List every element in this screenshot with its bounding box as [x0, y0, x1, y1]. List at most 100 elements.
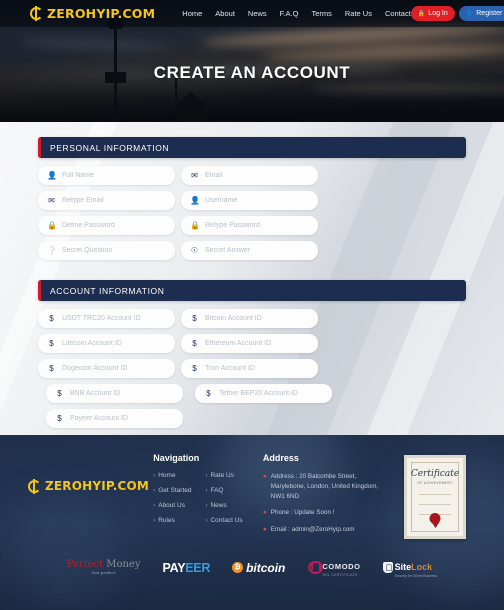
lock-icon: 🔒: [190, 220, 200, 230]
phone-label: Phone :: [270, 509, 293, 517]
sitelock-word2: Lock: [411, 561, 433, 572]
coin-logo-icon: [28, 478, 41, 494]
partner-logos: Perfect Money fast perfect PAYEER ₿ bitc…: [0, 552, 504, 584]
lock-icon: 🔒: [417, 11, 426, 17]
usdt-trc20-account-input[interactable]: $ USDT TRC20 Account ID: [38, 309, 175, 328]
nav-item-news[interactable]: News: [248, 9, 267, 18]
main-nav: Home About News F.A.Q Terms Rate Us Cont…: [182, 9, 411, 18]
user-icon: 👤: [47, 170, 57, 180]
footer-link-news[interactable]: News: [205, 502, 242, 509]
page-title: CREATE AN ACCOUNT: [153, 63, 351, 82]
personal-information-header: PERSONAL INFORMATION: [38, 137, 466, 158]
headset-icon: ☉: [190, 245, 199, 255]
username-input[interactable]: 👤 Username: [181, 191, 318, 210]
bnb-account-input[interactable]: $ BNB Account ID: [46, 384, 183, 403]
nav-item-home[interactable]: Home: [182, 9, 202, 18]
footer-link-rules[interactable]: Rules: [153, 517, 191, 524]
nav-item-faq[interactable]: F.A.Q: [280, 9, 299, 18]
comodo-name: COMODO: [322, 562, 361, 572]
retype-email-input[interactable]: ✉ Retype Email: [38, 191, 175, 210]
sitelock-lock-icon: [382, 562, 393, 574]
account-information-header: ACCOUNT INFORMATION: [38, 280, 466, 301]
nav-item-contact[interactable]: Contact: [385, 9, 411, 18]
email-placeholder: Email: [205, 172, 223, 179]
email-value[interactable]: admin@ZeroHyip.com: [292, 526, 355, 533]
footer-address-title: Address: [262, 453, 299, 463]
ethereum-account-input[interactable]: $ Ethereum Account ID: [181, 334, 318, 353]
dollar-icon: $: [57, 388, 62, 398]
dollar-icon: $: [192, 313, 197, 323]
map-marker-icon: ●: [262, 473, 267, 480]
footer-link-faq[interactable]: FAQ: [205, 487, 242, 494]
certificate-title: Certificate: [410, 469, 460, 479]
registration-form-area: PERSONAL INFORMATION 👤 Full Name ✉ Email…: [0, 122, 504, 435]
footer-link-contact-us[interactable]: Contact Us: [205, 517, 242, 524]
cloud-decoration: [312, 84, 504, 93]
login-button[interactable]: 🔒 Log In: [410, 6, 455, 21]
site-logo[interactable]: ZEROHYIP.COM: [30, 6, 155, 21]
perfect-money-tagline: fast perfect: [92, 570, 116, 576]
hero-banner: ZEROHYIP.COM Home About News F.A.Q Terms…: [0, 0, 504, 122]
envelope-icon: ●: [262, 526, 267, 533]
top-navigation-bar: ZEROHYIP.COM Home About News F.A.Q Terms…: [0, 0, 504, 27]
lock-icon: 🔒: [47, 220, 57, 230]
tron-account-input[interactable]: $ Tron Account ID: [181, 359, 318, 378]
footer-nav-list-right: Rate Us FAQ News Contact Us: [205, 472, 242, 532]
address-label: Address :: [270, 473, 298, 480]
top-action-buttons: 🔒 Log In 👤 Register Select Language ▾: [410, 6, 504, 21]
phone-line: ● Phone : Update Soon !: [263, 508, 388, 518]
footer-address-column: Address ● Address : 20 Balcombe Street, …: [263, 453, 388, 542]
comodo-subtitle: SSL CERTIFICATE: [322, 573, 358, 578]
perfect-money-logo: Perfect Money fast perfect: [67, 560, 141, 575]
perfect-money-word2: Money: [106, 559, 141, 571]
comodo-lock-icon: [307, 561, 324, 575]
secret-question-input[interactable]: ❔ Secret Question: [38, 241, 175, 260]
dollar-icon: $: [192, 338, 197, 348]
footer-link-about-us[interactable]: About Us: [153, 502, 191, 509]
nav-item-terms[interactable]: Terms: [311, 9, 331, 18]
page-root: ZEROHYIP.COM Home About News F.A.Q Terms…: [0, 0, 504, 610]
footer-link-home[interactable]: Home: [153, 472, 191, 479]
retype-password-input[interactable]: 🔒 Retype Password: [181, 216, 318, 235]
certificate-image: Certificate OF ACHIEVEMENT: [404, 455, 467, 539]
bitcoin-placeholder: Bitcoin Account ID: [205, 315, 262, 322]
litecoin-account-input[interactable]: $ Litecoin Account ID: [38, 334, 175, 353]
question-circle-icon: ❔: [47, 245, 57, 255]
dollar-icon: $: [49, 338, 54, 348]
footer-link-rate-us[interactable]: Rate Us: [205, 472, 242, 479]
dogecoin-account-input[interactable]: $ Dogecoin Account ID: [38, 359, 175, 378]
email-line: ● Email : admin@ZeroHyip.com: [263, 525, 388, 535]
full-name-placeholder: Full Name: [62, 172, 94, 179]
account-information-fields: $ USDT TRC20 Account ID $ Bitcoin Accoun…: [38, 309, 466, 434]
dollar-icon: $: [49, 313, 54, 323]
dollar-icon: $: [49, 363, 54, 373]
envelope-icon: ✉: [48, 195, 55, 205]
perfect-money-word1: Perfect: [66, 559, 104, 571]
email-label: Email :: [270, 526, 291, 533]
full-name-input[interactable]: 👤 Full Name: [38, 166, 175, 185]
usdt-trc20-placeholder: USDT TRC20 Account ID: [62, 315, 141, 322]
footer-link-get-started[interactable]: Get Started: [153, 487, 191, 494]
nav-item-rate-us[interactable]: Rate Us: [345, 9, 372, 18]
site-footer: ZEROHYIP.COM Navigation Home Get Started…: [0, 435, 504, 610]
payeer-placeholder: Payeer Account ID: [70, 415, 128, 422]
retype-email-placeholder: Retype Email: [62, 197, 104, 204]
bitcoin-account-input[interactable]: $ Bitcoin Account ID: [181, 309, 318, 328]
footer-certificate-column: Certificate OF ACHIEVEMENT: [388, 453, 482, 542]
nav-item-about[interactable]: About: [215, 9, 235, 18]
tether-bep20-placeholder: Tether BEP20 Account ID: [219, 390, 298, 397]
certificate-seal-icon: [429, 513, 441, 524]
define-password-input[interactable]: 🔒 Define Password: [38, 216, 175, 235]
envelope-icon: ✉: [191, 170, 198, 180]
footer-navigation-column: Navigation Home Get Started About Us Rul…: [153, 453, 263, 542]
footer-logo-column: ZEROHYIP.COM: [28, 453, 153, 542]
tether-bep20-account-input[interactable]: $ Tether BEP20 Account ID: [195, 384, 332, 403]
secret-answer-placeholder: Secret Answer: [205, 247, 251, 254]
secret-answer-input[interactable]: ☉ Secret Answer: [181, 241, 318, 260]
bitcoin-logo: ₿ bitcoin: [232, 561, 285, 575]
personal-information-title: PERSONAL INFORMATION: [50, 142, 170, 153]
register-button[interactable]: 👤 Register: [458, 6, 504, 21]
payeer-account-input[interactable]: $ Payeer Account ID: [46, 409, 183, 428]
footer-logo[interactable]: ZEROHYIP.COM: [28, 478, 153, 494]
email-input[interactable]: ✉ Email: [181, 166, 318, 185]
